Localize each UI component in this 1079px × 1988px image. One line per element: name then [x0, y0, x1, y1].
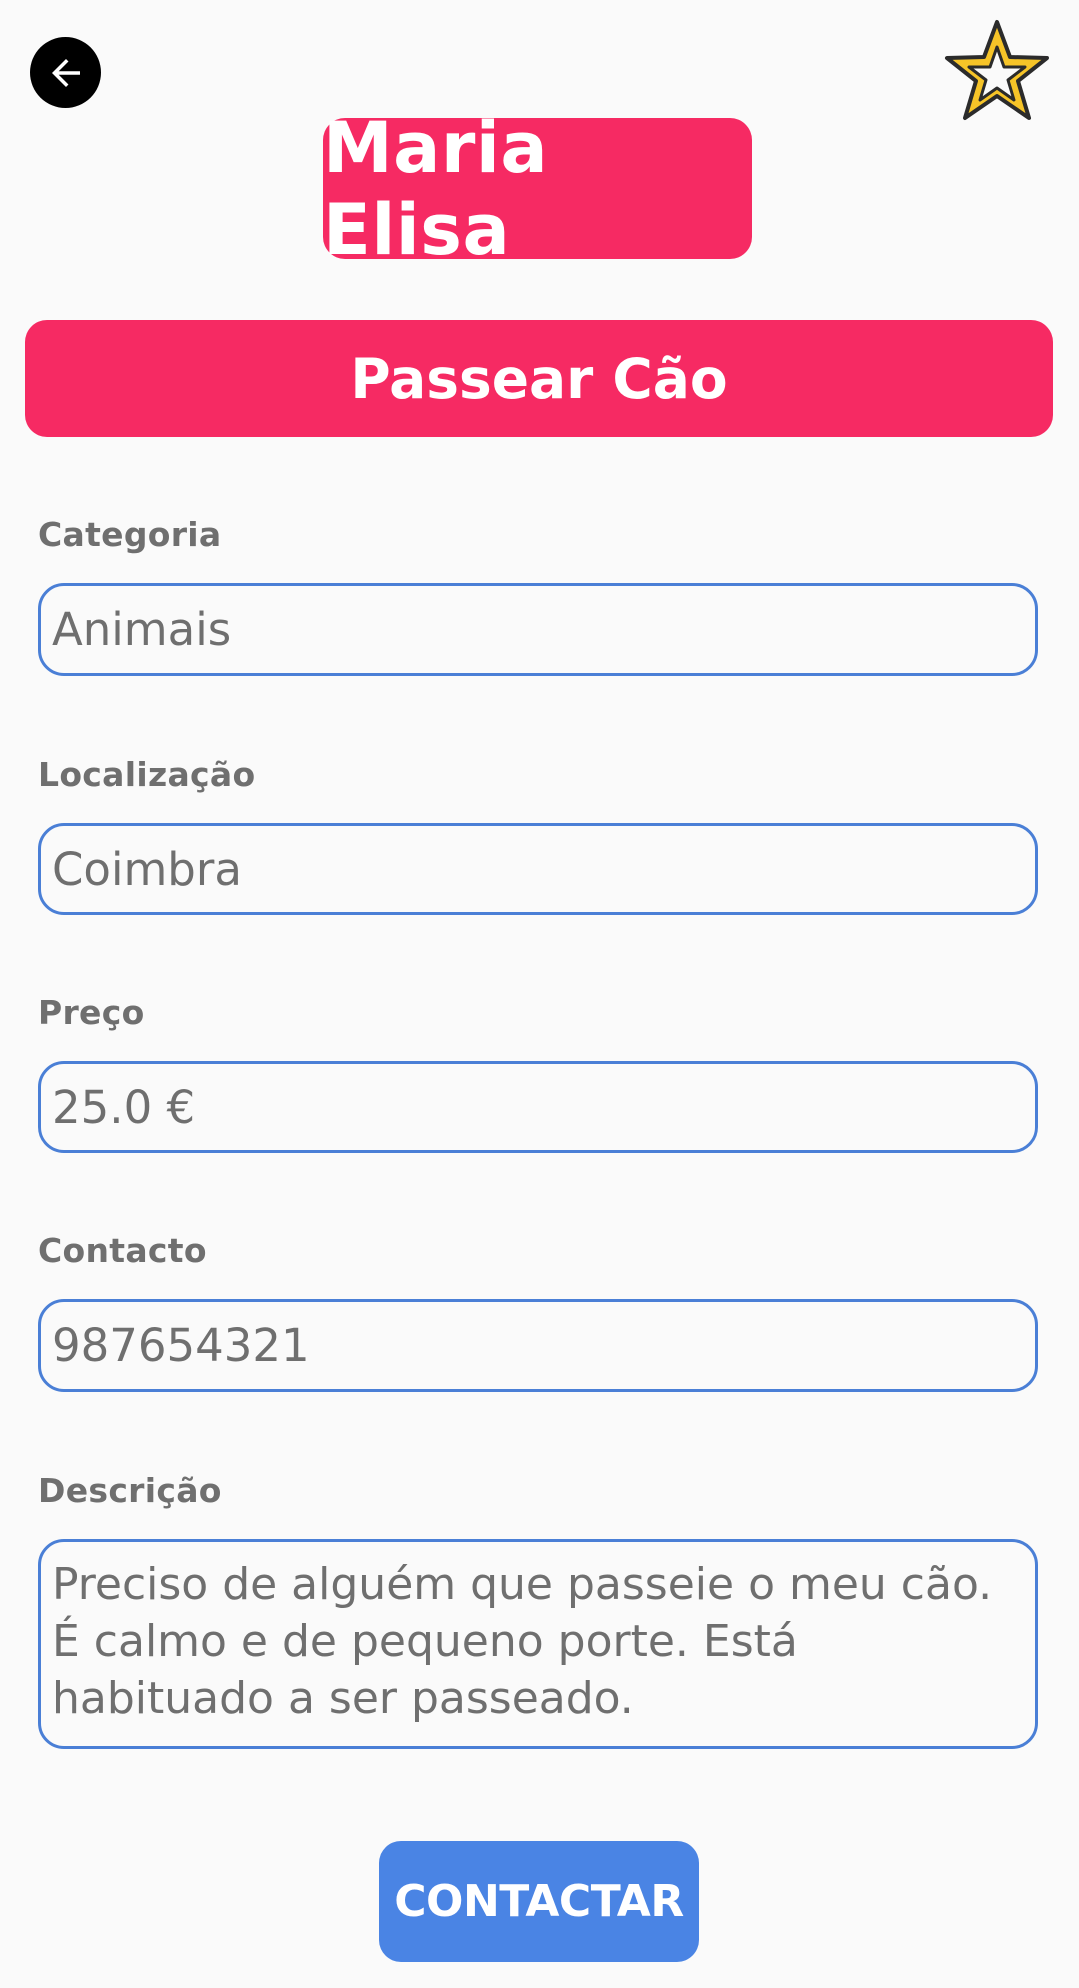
contact-label: Contacto: [38, 1231, 207, 1270]
category-field[interactable]: Animais: [38, 583, 1038, 676]
back-button[interactable]: [30, 37, 101, 108]
location-field[interactable]: Coimbra: [38, 823, 1038, 915]
category-label: Categoria: [38, 515, 222, 554]
listing-title: Passear Cão: [25, 320, 1053, 437]
price-label: Preço: [38, 993, 145, 1032]
favorite-button[interactable]: [940, 16, 1054, 128]
user-name-badge: Maria Elisa: [323, 107, 752, 271]
description-field[interactable]: Preciso de alguém que passeie o meu cão.…: [38, 1539, 1038, 1749]
location-label: Localização: [38, 755, 256, 794]
contact-button[interactable]: CONTACTAR: [379, 1841, 699, 1962]
description-label: Descrição: [38, 1471, 222, 1510]
location-value: Coimbra: [52, 842, 242, 896]
price-field[interactable]: 25.0 €: [38, 1061, 1038, 1153]
price-value: 25.0 €: [52, 1080, 196, 1134]
contact-value: 987654321: [52, 1319, 310, 1372]
category-value: Animais: [52, 603, 232, 656]
arrow-left-icon: [51, 58, 80, 87]
star-outline-icon: [945, 20, 1049, 120]
description-value: Preciso de alguém que passeie o meu cão.…: [52, 1559, 993, 1724]
contact-field[interactable]: 987654321: [38, 1299, 1038, 1392]
